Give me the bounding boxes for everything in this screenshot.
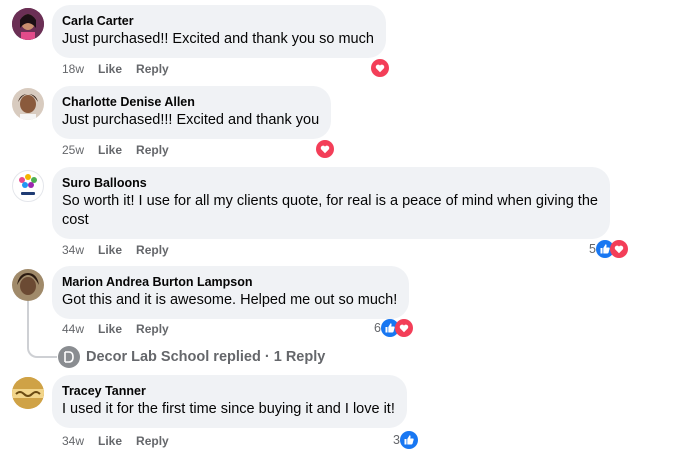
comment-timestamp[interactable]: 34w (62, 243, 84, 257)
comment-text-line: So worth it! I use for all my clients qu… (62, 193, 598, 209)
comment-actions: 34w Like Reply (62, 433, 183, 449)
reply-button[interactable]: Reply (136, 243, 169, 257)
heart-icon (609, 240, 628, 258)
view-replies-text[interactable]: Decor Lab School replied · 1 Reply (86, 349, 325, 365)
comment-actions: 44w Like Reply (62, 321, 183, 337)
avatar[interactable] (12, 377, 44, 409)
comment-timestamp[interactable]: 34w (62, 434, 84, 448)
avatar[interactable] (12, 170, 44, 202)
like-button[interactable]: Like (98, 434, 122, 448)
thread-connector-line (27, 301, 57, 358)
avatar[interactable] (12, 8, 44, 40)
comment-bubble: Tracey Tanner I used it for the first ti… (52, 375, 407, 428)
reply-button[interactable]: Reply (136, 62, 169, 76)
comment-timestamp[interactable]: 44w (62, 322, 84, 336)
comment-author[interactable]: Suro Balloons (62, 175, 598, 191)
comment-text: Just purchased!!! Excited and thank you (62, 112, 320, 128)
like-button[interactable]: Like (98, 62, 122, 76)
comment-author[interactable]: Marion Andrea Burton Lampson (62, 274, 397, 290)
decor-lab-logo-icon (64, 351, 74, 363)
heart-icon (394, 319, 413, 337)
comment-author[interactable]: Charlotte Denise Allen (62, 94, 319, 110)
profile-photo-icon (12, 88, 44, 120)
comment-actions: 25w Like Reply (62, 142, 183, 158)
comment-timestamp[interactable]: 25w (62, 143, 84, 157)
reply-button[interactable]: Reply (136, 322, 169, 336)
balloon-logo-icon (19, 174, 37, 195)
comment-bubble: Suro Balloons So worth it! I use for all… (52, 167, 610, 239)
reactions-summary[interactable]: 3 (393, 431, 418, 449)
like-button[interactable]: Like (98, 243, 122, 257)
profile-photo-icon (12, 269, 44, 301)
like-button[interactable]: Like (98, 143, 122, 157)
reaction-count: 3 (393, 433, 400, 447)
profile-photo-icon (12, 377, 44, 409)
view-replies-link[interactable]: Decor Lab School replied · 1 Reply (58, 345, 325, 369)
comment-timestamp[interactable]: 18w (62, 62, 84, 76)
reactions-summary[interactable]: 6 (374, 319, 413, 337)
page-avatar (58, 346, 80, 368)
comment-text: I used it for the first time since buyin… (62, 401, 395, 417)
comment-bubble: Marion Andrea Burton Lampson Got this an… (52, 266, 410, 319)
reaction-count: 5 (589, 242, 596, 256)
reactions-summary[interactable] (316, 140, 334, 158)
comment-actions: 18w Like Reply (62, 61, 183, 77)
thumbs-up-icon (399, 431, 418, 449)
comment-text-line: cost (62, 212, 89, 228)
reply-button[interactable]: Reply (136, 143, 169, 157)
reactions-summary[interactable]: 5 (589, 240, 628, 258)
reply-button[interactable]: Reply (136, 434, 169, 448)
like-button[interactable]: Like (98, 322, 122, 336)
avatar[interactable] (12, 88, 44, 120)
heart-icon (371, 59, 389, 77)
comment-author[interactable]: Carla Carter (62, 13, 374, 29)
comment-actions: 34w Like Reply (62, 242, 183, 258)
comment-author[interactable]: Tracey Tanner (62, 383, 395, 399)
comment-text: Got this and it is awesome. Helped me ou… (62, 292, 398, 308)
comment-bubble: Charlotte Denise Allen Just purchased!!!… (52, 86, 332, 139)
heart-icon (316, 140, 334, 158)
comment-bubble: Carla Carter Just purchased!! Excited an… (52, 5, 386, 58)
avatar[interactable] (12, 269, 44, 301)
reactions-summary[interactable] (371, 59, 389, 77)
comment-text: Just purchased!! Excited and thank you s… (62, 31, 374, 47)
profile-photo-icon (12, 8, 44, 40)
reaction-count: 6 (374, 321, 381, 335)
